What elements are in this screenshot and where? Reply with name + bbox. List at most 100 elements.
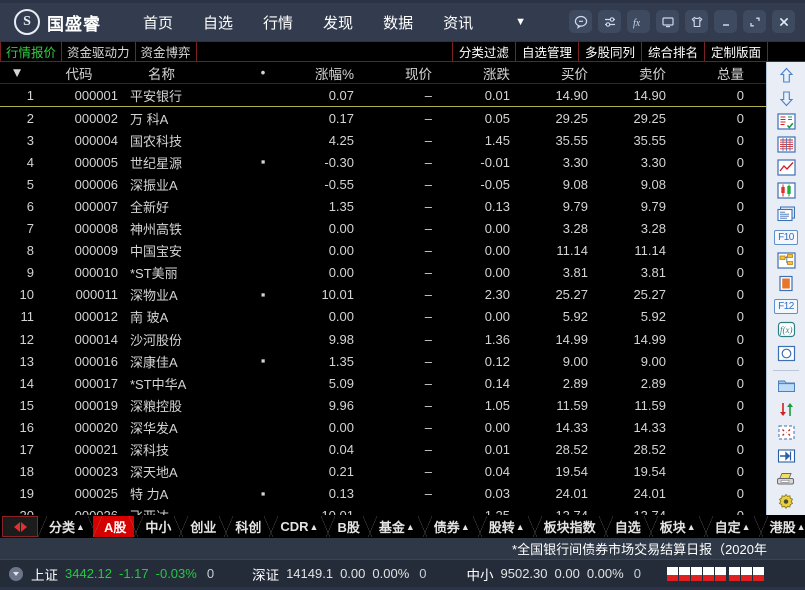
- table-row[interactable]: 5000006深振业A-0.55–-0.059.089.0800––: [0, 173, 766, 195]
- category-tab-14[interactable]: 港股▲: [759, 516, 805, 537]
- category-tab-3[interactable]: 创业: [179, 516, 224, 537]
- news-ticker-bar[interactable]: *全国银行间债券市场交易结算日报（2020年: [0, 538, 805, 559]
- category-tab-13[interactable]: 自定▲: [704, 516, 759, 537]
- table-row[interactable]: 4000005世纪星源▪-0.30–-0.013.303.3000––: [0, 151, 766, 173]
- table-row[interactable]: 18000023深天地A0.21–0.0419.5419.5400––: [0, 461, 766, 483]
- nav-prev-icon[interactable]: [14, 522, 20, 532]
- chevron-down-icon[interactable]: ▼: [515, 16, 526, 28]
- table-row[interactable]: 16000020深华发A0.00–0.0014.3314.3300––: [0, 416, 766, 438]
- index-shenzhen[interactable]: 深证 14149.1 0.00 0.00% 0: [244, 564, 426, 584]
- cell-dot-marker: [250, 173, 282, 195]
- folder-icon[interactable]: [774, 376, 799, 396]
- custom-layout-button[interactable]: 定制版面: [704, 42, 768, 61]
- table-row[interactable]: 12000014沙河股份9.98–1.3614.9914.9900––: [0, 328, 766, 350]
- category-tab-1[interactable]: A股: [93, 516, 134, 537]
- table-row[interactable]: 10000011深物业A▪10.01–2.3025.2725.2700––: [0, 284, 766, 306]
- col-header-curvol[interactable]: 现量: [750, 62, 766, 84]
- category-tab-6[interactable]: B股: [326, 516, 367, 537]
- shirt-theme-icon[interactable]: [685, 10, 708, 33]
- watchlist-manage-button[interactable]: 自选管理: [515, 42, 578, 61]
- table-row[interactable]: 11000012南 玻A0.00–0.005.925.9200––: [0, 306, 766, 328]
- circle-icon[interactable]: [774, 343, 799, 363]
- table-row[interactable]: 17000021深科技0.04–0.0128.5228.5200––: [0, 439, 766, 461]
- col-header-pct[interactable]: 涨幅%: [282, 62, 360, 84]
- col-header-change[interactable]: 涨跌: [438, 62, 516, 84]
- candlestick-icon[interactable]: [774, 181, 799, 201]
- nav-next-icon[interactable]: [21, 522, 27, 532]
- sliders-icon[interactable]: [598, 10, 621, 33]
- line-chart-icon[interactable]: [774, 158, 799, 178]
- col-header-price[interactable]: 现价: [360, 62, 438, 84]
- category-tab-0[interactable]: 分类▲: [38, 516, 93, 537]
- index-shanghai[interactable]: 上证 3442.12 -1.17 -0.03% 0: [23, 564, 214, 584]
- table-row[interactable]: 8000009中国宝安0.00–0.0011.1411.1400––: [0, 240, 766, 262]
- menu-quotes[interactable]: 行情: [263, 12, 293, 33]
- category-filter-button[interactable]: 分类过滤: [452, 42, 515, 61]
- cell-bid: 11.59: [516, 394, 594, 416]
- export-arrow-icon[interactable]: [774, 446, 799, 466]
- table-row[interactable]: 20000026飞亚达10.01–1.2513.7413.7400––: [0, 505, 766, 515]
- news-list-icon[interactable]: [774, 204, 799, 224]
- cell-change: 0.03: [438, 483, 516, 505]
- category-tab-9[interactable]: 股转▲: [478, 516, 533, 537]
- chat-icon[interactable]: [569, 10, 592, 33]
- updown-arrows-icon[interactable]: [774, 399, 799, 419]
- minimize-icon[interactable]: [714, 10, 737, 33]
- col-header-volume[interactable]: 总量: [672, 62, 750, 84]
- col-header-name[interactable]: 名称: [124, 62, 250, 84]
- fx-icon[interactable]: fx: [627, 10, 650, 33]
- col-header-dot[interactable]: •: [250, 62, 282, 84]
- table-row[interactable]: 6000007全新好1.35–0.139.799.7900––: [0, 195, 766, 217]
- monitor-icon[interactable]: [656, 10, 679, 33]
- grid-table-icon[interactable]: [774, 135, 799, 155]
- index-sme[interactable]: 中小 9502.30 0.00 0.00% 0: [459, 564, 641, 584]
- col-header-ask[interactable]: 卖价: [594, 62, 672, 84]
- category-tab-12[interactable]: 板块▲: [649, 516, 704, 537]
- selection-box-icon[interactable]: [774, 422, 799, 442]
- close-icon[interactable]: [772, 10, 795, 33]
- f12-icon[interactable]: F12: [774, 297, 799, 317]
- tab-nav-arrows[interactable]: [2, 516, 38, 537]
- col-header-bid[interactable]: 买价: [516, 62, 594, 84]
- category-tab-8[interactable]: 债券▲: [423, 516, 478, 537]
- table-row[interactable]: 3000004国农科技4.25–1.4535.5535.5500––: [0, 129, 766, 151]
- category-tab-11[interactable]: 自选: [604, 516, 649, 537]
- category-tab-10[interactable]: 板块指数: [533, 516, 604, 537]
- status-dropdown-icon[interactable]: [9, 567, 23, 581]
- table-row[interactable]: 19000025特 力A▪0.13–0.0324.0124.0100––: [0, 483, 766, 505]
- menu-news[interactable]: 资讯: [443, 12, 473, 33]
- table-row[interactable]: 1000001平安银行0.07–0.0114.9014.9000––: [0, 84, 766, 107]
- category-tab-2[interactable]: 中小: [134, 516, 179, 537]
- formula-fx-icon[interactable]: f(x): [774, 320, 799, 340]
- table-row[interactable]: 9000010*ST美丽0.00–0.003.813.8100––: [0, 262, 766, 284]
- menu-home[interactable]: 首页: [143, 12, 173, 33]
- arrow-down-icon[interactable]: [774, 88, 799, 108]
- table-row[interactable]: 15000019深粮控股9.96–1.0511.5911.5900––: [0, 394, 766, 416]
- menu-discover[interactable]: 发现: [323, 12, 353, 33]
- menu-watchlist[interactable]: 自选: [203, 12, 233, 33]
- tab-quote-board[interactable]: 行情报价: [0, 42, 62, 61]
- clipboard-icon[interactable]: [774, 274, 799, 294]
- category-tab-7[interactable]: 基金▲: [368, 516, 423, 537]
- maximize-icon[interactable]: [743, 10, 766, 33]
- printer-icon[interactable]: [774, 469, 799, 489]
- resize-grip[interactable]: [790, 576, 803, 589]
- table-row[interactable]: 7000008神州高铁0.00–0.003.283.2800––: [0, 218, 766, 240]
- report-check-icon[interactable]: [774, 111, 799, 131]
- multi-stock-view-button[interactable]: 多股同列: [578, 42, 641, 61]
- category-tab-4[interactable]: 科创: [224, 516, 269, 537]
- category-tab-5[interactable]: CDR▲: [269, 516, 326, 537]
- table-row[interactable]: 14000017*ST中华A5.09–0.142.892.8900––: [0, 372, 766, 394]
- tab-capital-drive[interactable]: 资金驱动力: [62, 42, 136, 61]
- composite-ranking-button[interactable]: 综合排名: [641, 42, 704, 61]
- col-header-code[interactable]: 代码: [40, 62, 124, 84]
- table-row[interactable]: 13000016深康佳A▪1.35–0.129.009.0000––: [0, 350, 766, 372]
- col-header-sort[interactable]: ▼: [0, 62, 40, 84]
- tree-structure-icon[interactable]: [774, 250, 799, 270]
- table-row[interactable]: 2000002万 科A0.17–0.0529.2529.2500––: [0, 107, 766, 130]
- menu-data[interactable]: 数据: [383, 12, 413, 33]
- gear-settings-icon[interactable]: [774, 492, 799, 512]
- arrow-up-icon[interactable]: [774, 65, 799, 85]
- tab-capital-game[interactable]: 资金博弈: [136, 42, 197, 61]
- f10-icon[interactable]: F10: [774, 227, 799, 247]
